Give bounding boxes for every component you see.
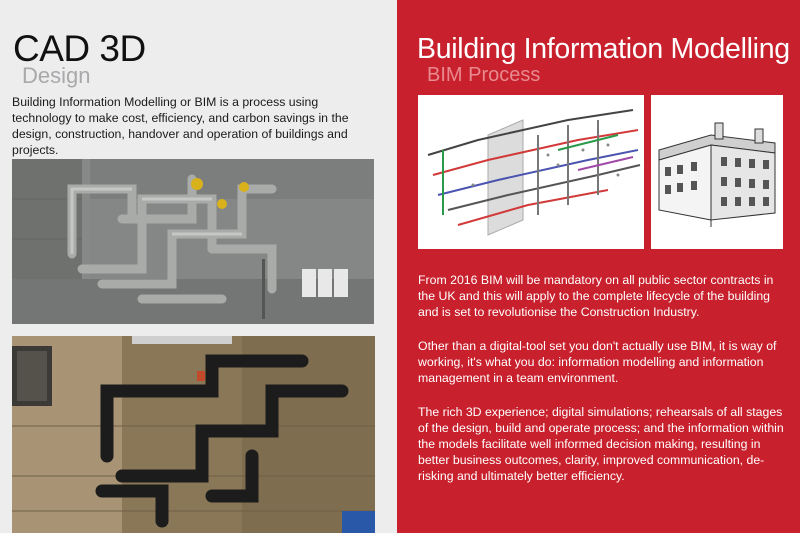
bim-title: Building Information Modelling <box>417 33 790 65</box>
bim-paragraph-way-of-working: Other than a digital-tool set you don't … <box>418 339 777 385</box>
bim-paragraph-benefits: The rich 3D experience; digital simulati… <box>418 405 784 483</box>
bim-building-model-image <box>651 95 783 249</box>
cad-pipework-render-image <box>12 159 374 324</box>
cad-3d-intro-text: Building Information Modelling or BIM is… <box>12 95 349 157</box>
brochure-page: CAD 3D Design Building Information Model… <box>0 0 800 533</box>
bim-services-model-image <box>418 95 644 249</box>
installed-pipework-photo <box>12 336 375 533</box>
bim-subtitle: BIM Process <box>427 64 541 86</box>
bim-paragraph-mandatory: From 2016 BIM will be mandatory on all p… <box>418 273 774 319</box>
cad-3d-subtitle: Design <box>22 63 91 88</box>
